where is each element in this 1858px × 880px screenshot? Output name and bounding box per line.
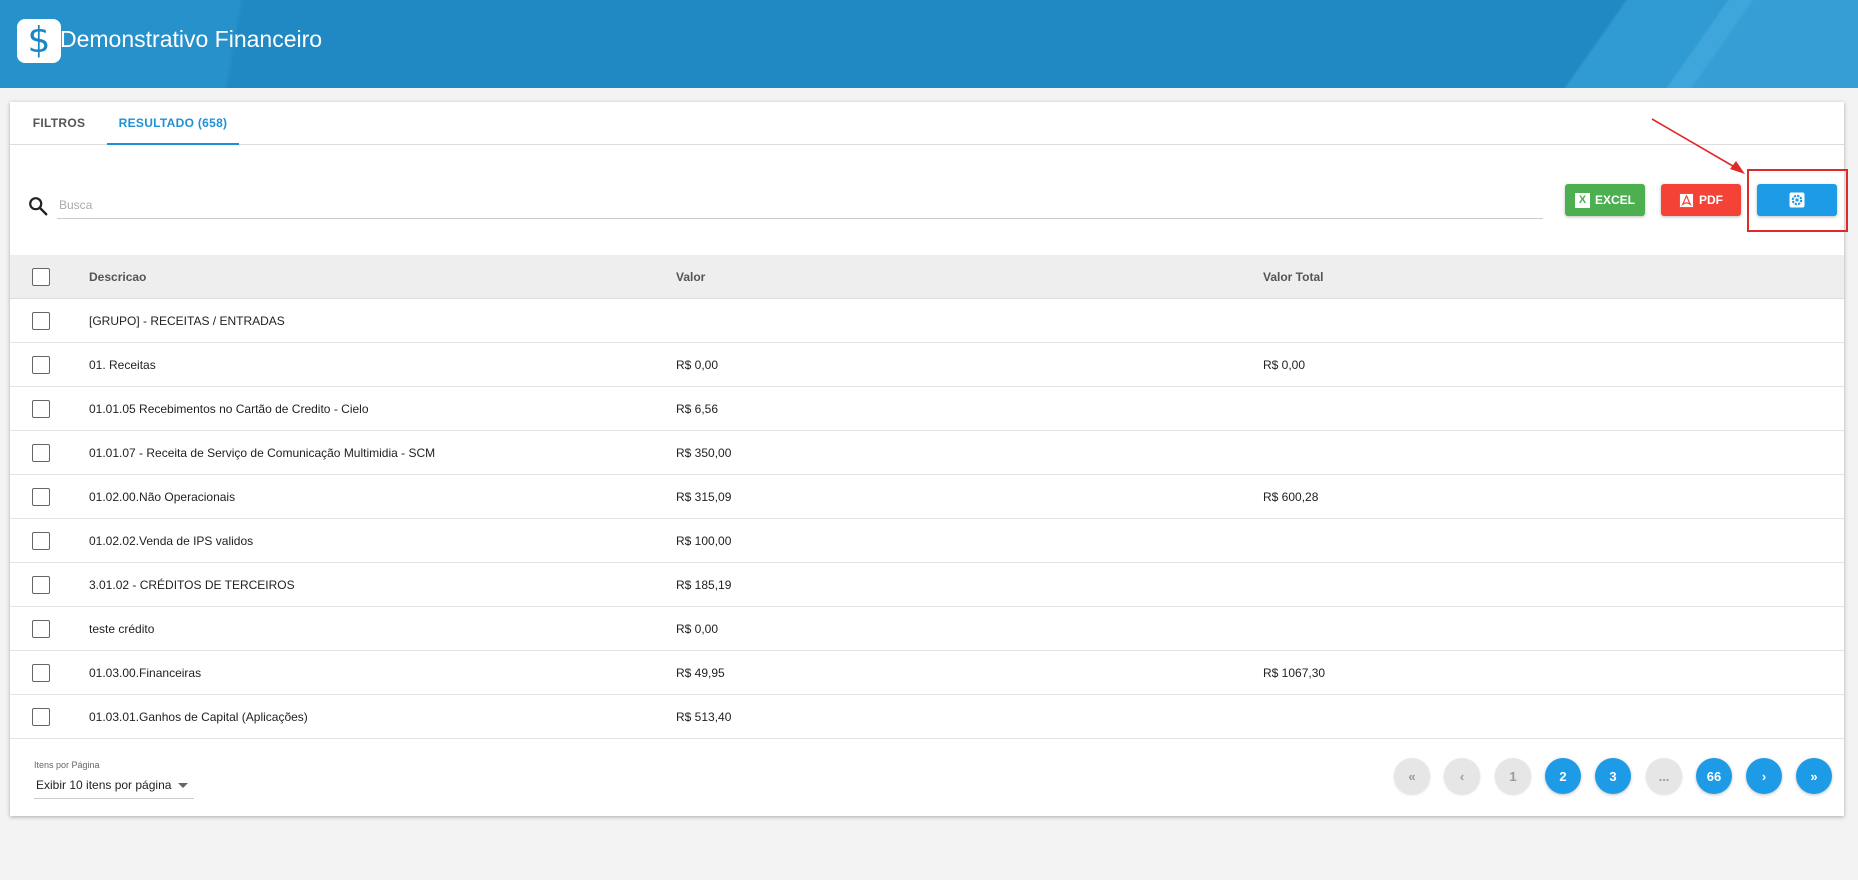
row-checkbox[interactable] (32, 400, 50, 418)
cell-valor: R$ 0,00 (676, 358, 719, 372)
column-header-valor-total[interactable]: Valor Total (1263, 255, 1323, 299)
cell-valor: R$ 0,00 (676, 622, 719, 636)
table-row[interactable]: 01.03.01.Ganhos de Capital (Aplicações) … (10, 695, 1844, 739)
tab-filtros[interactable]: FILTROS (10, 102, 108, 145)
excel-icon: X (1574, 192, 1590, 208)
cell-descricao: 01.03.01.Ganhos de Capital (Aplicações) (89, 710, 308, 724)
cell-valor: R$ 49,95 (676, 666, 725, 680)
items-per-page-value: Exibir 10 itens por página (36, 778, 172, 792)
select-all-checkbox[interactable] (32, 268, 50, 286)
cell-valor: R$ 100,00 (676, 534, 732, 548)
annotation-highlight-box (1747, 169, 1848, 232)
excel-button-label: EXCEL (1594, 193, 1635, 207)
cell-descricao: 01.02.02.Venda de IPS validos (89, 534, 254, 548)
table-row[interactable]: [GRUPO] - RECEITAS / ENTRADAS (10, 299, 1844, 343)
table-row[interactable]: 01.02.00.Não Operacionais R$ 315,09 R$ 6… (10, 475, 1844, 519)
table-row[interactable]: 01.01.07 - Receita de Serviço de Comunic… (10, 431, 1844, 475)
row-checkbox[interactable] (32, 488, 50, 506)
app-header: $ Demonstrativo Financeiro (0, 0, 1858, 88)
column-header-valor[interactable]: Valor (676, 255, 705, 299)
cell-valor: R$ 185,19 (676, 578, 732, 592)
row-checkbox[interactable] (32, 576, 50, 594)
cell-descricao: 01.03.00.Financeiras (89, 666, 202, 680)
cell-valor: R$ 513,40 (676, 710, 732, 724)
cell-valor: R$ 315,09 (676, 490, 732, 504)
pagination-prev-button[interactable]: ‹ (1444, 758, 1480, 794)
row-checkbox[interactable] (32, 620, 50, 638)
tab-bar: FILTROS RESULTADO (658) (10, 102, 1844, 145)
cell-descricao: [GRUPO] - RECEITAS / ENTRADAS (89, 314, 285, 328)
page-title: Demonstrativo Financeiro (60, 26, 323, 52)
tab-resultado[interactable]: RESULTADO (658) (107, 102, 239, 145)
row-checkbox[interactable] (32, 312, 50, 330)
row-checkbox[interactable] (32, 356, 50, 374)
table-row[interactable]: 01.02.02.Venda de IPS validos R$ 100,00 (10, 519, 1844, 563)
pagination-first-button[interactable]: « (1394, 758, 1430, 794)
cell-descricao: 01.01.07 - Receita de Serviço de Comunic… (89, 446, 436, 460)
cell-descricao: 01. Receitas (89, 358, 156, 372)
pagination-page-1[interactable]: 1 (1495, 758, 1531, 794)
cell-valor: R$ 6,56 (676, 402, 719, 416)
items-per-page-select[interactable]: Exibir 10 itens por página (34, 771, 194, 799)
table-row[interactable]: 3.01.02 - CRÉDITOS DE TERCEIROS R$ 185,1… (10, 563, 1844, 607)
table-header: Descricao Valor Valor Total (10, 255, 1844, 299)
items-per-page-label: Itens por Página (34, 760, 100, 770)
table-row[interactable]: teste crédito R$ 0,00 (10, 607, 1844, 651)
search-input[interactable] (57, 191, 1543, 219)
row-checkbox[interactable] (32, 664, 50, 682)
pagination-last-button[interactable]: » (1796, 758, 1832, 794)
pagination-ellipsis: ... (1646, 758, 1682, 794)
row-checkbox[interactable] (32, 532, 50, 550)
pagination-next-button[interactable]: › (1746, 758, 1782, 794)
table-row[interactable]: 01.03.00.Financeiras R$ 49,95 R$ 1067,30 (10, 651, 1844, 695)
table-row[interactable]: 01. Receitas R$ 0,00 R$ 0,00 (10, 343, 1844, 387)
chevron-down-icon (178, 783, 188, 788)
cell-valor-total: R$ 600,28 (1263, 490, 1319, 504)
cell-valor: R$ 350,00 (676, 446, 732, 460)
cell-valor-total: R$ 0,00 (1263, 358, 1306, 372)
pagination-page-66[interactable]: 66 (1696, 758, 1732, 794)
table-row[interactable]: 01.01.05 Recebimentos no Cartão de Credi… (10, 387, 1844, 431)
cell-descricao: 01.02.00.Não Operacionais (89, 490, 236, 504)
column-header-descricao[interactable]: Descricao (89, 255, 146, 299)
cell-descricao: 01.01.05 Recebimentos no Cartão de Credi… (89, 402, 369, 416)
export-pdf-button[interactable]: PDF (1661, 184, 1741, 216)
cell-descricao: 3.01.02 - CRÉDITOS DE TERCEIROS (89, 578, 295, 592)
pdf-button-label: PDF (1699, 193, 1723, 207)
search-icon (29, 197, 48, 216)
results-card: FILTROS RESULTADO (658) X EXCEL PDF Desc… (10, 102, 1848, 816)
row-checkbox[interactable] (32, 708, 50, 726)
row-checkbox[interactable] (32, 444, 50, 462)
pdf-icon (1679, 193, 1694, 207)
cell-descricao: teste crédito (89, 622, 155, 636)
pagination-page-3[interactable]: 3 (1595, 758, 1631, 794)
annotation-arrow-icon (1651, 118, 1745, 174)
pagination-page-2[interactable]: 2 (1545, 758, 1581, 794)
cell-valor-total: R$ 1067,30 (1263, 666, 1326, 680)
export-excel-button[interactable]: X EXCEL (1565, 184, 1645, 216)
dollar-logo-icon: $ (17, 19, 61, 63)
